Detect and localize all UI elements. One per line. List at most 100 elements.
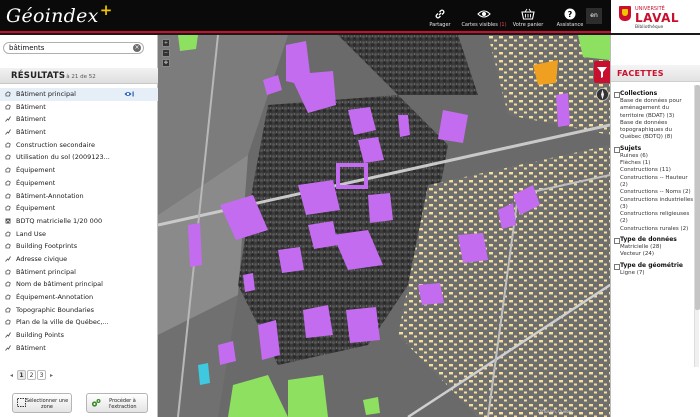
- result-item[interactable]: Équipement: [0, 164, 158, 177]
- result-item-label: Topographic Boundaries: [16, 305, 95, 314]
- polygon-icon: [5, 104, 11, 110]
- result-item[interactable]: Bâtiment: [0, 342, 158, 355]
- result-item[interactable]: Équipement-Annotation: [0, 291, 158, 304]
- polygon-icon: [5, 142, 11, 148]
- polygon-icon: [5, 91, 11, 97]
- result-item[interactable]: Équipement: [0, 202, 158, 215]
- facet-item[interactable]: Base de données topographiques du Québec…: [614, 120, 694, 142]
- facet-group-title[interactable]: Collections: [614, 90, 694, 98]
- facet-item[interactable]: Flèches (1): [614, 160, 694, 167]
- clear-search-icon[interactable]: ×: [133, 44, 141, 52]
- result-item[interactable]: Plan de la ville de Québec,...: [0, 316, 158, 329]
- funnel-icon: [597, 67, 607, 78]
- line-icon: [5, 256, 11, 262]
- facets-scrollbar[interactable]: [694, 85, 700, 367]
- polygon-icon: [5, 167, 11, 173]
- result-item-label: Building Footprints: [16, 242, 78, 251]
- visible-maps-label: Cartes visibles: [461, 22, 498, 28]
- result-item[interactable]: Nom de bâtiment principal: [0, 278, 158, 291]
- polygon-icon: [5, 268, 11, 275]
- help-icon: ?: [564, 8, 576, 20]
- facets-scrollbar-thumb[interactable]: [695, 85, 700, 310]
- polygon-icon: [5, 154, 11, 160]
- result-item[interactable]: Building Footprints: [0, 240, 158, 253]
- result-item-label: BDTQ matricielle 1/20 000: [16, 216, 103, 225]
- language-toggle[interactable]: en: [586, 8, 602, 24]
- result-item-label: Équipement: [16, 166, 56, 175]
- results-panel: × RÉSULTATS 1 à 21 de 52 Bâtiment princi…: [0, 35, 158, 417]
- facet-item[interactable]: Constructions -- Hauteur (2): [614, 175, 694, 190]
- facet-group-title[interactable]: Type de données: [614, 236, 694, 245]
- page-2-button[interactable]: 2: [27, 370, 36, 380]
- geoindex-app: Géoindex+ Partager Cartes visibles (1) V…: [0, 0, 700, 417]
- result-item-label: Bâtiment principal: [16, 90, 76, 98]
- polygon-icon: [5, 281, 11, 287]
- polygon-icon: [5, 307, 11, 313]
- facet-item[interactable]: Matricielle (28): [614, 244, 694, 251]
- result-item[interactable]: Building Points: [0, 329, 158, 342]
- result-item[interactable]: Bâtiment principal: [0, 88, 158, 101]
- polygon-icon: [5, 243, 11, 249]
- pan-icon[interactable]: ✥: [162, 59, 170, 67]
- logo-plus: +: [99, 1, 113, 19]
- facet-group-title[interactable]: Type de géométrie: [614, 262, 694, 270]
- university-logo[interactable]: UNIVERSITÉ LAVAL Bibliothèque: [611, 0, 700, 33]
- share-label: Partager: [429, 22, 451, 28]
- facets-panel: FACETTES Collections Base de données pour…: [610, 35, 700, 417]
- facet-item[interactable]: Constructions religieuses (2): [614, 211, 694, 226]
- search-input[interactable]: [3, 42, 144, 54]
- compass-icon[interactable]: [596, 88, 609, 101]
- aerial-imagery[interactable]: [158, 35, 610, 417]
- result-item[interactable]: BDTQ matricielle 1/20 000: [0, 215, 158, 228]
- result-item[interactable]: Land Use: [0, 228, 158, 241]
- result-item[interactable]: Construction secondaire: [0, 139, 158, 152]
- result-item[interactable]: Bâtiment: [0, 126, 158, 139]
- result-item-label: Bâtiment principal: [16, 267, 76, 276]
- eye-icon: [477, 10, 491, 18]
- facet-item[interactable]: Constructions rurales (2): [614, 226, 694, 233]
- result-item[interactable]: Bâtiment-Annotation: [0, 190, 158, 203]
- results-range: 1 à 21 de 52: [61, 74, 96, 80]
- help-label: Assistance: [556, 22, 584, 28]
- page-3-button[interactable]: 3: [37, 370, 46, 380]
- library-name: Bibliothèque: [635, 25, 664, 30]
- map-view[interactable]: + − ✥ Diffusion, Québec: [158, 35, 610, 417]
- facet-item[interactable]: Ruines (6): [614, 153, 694, 160]
- result-item[interactable]: Utilisation du sol (2009123...: [0, 151, 158, 164]
- facets-header: FACETTES: [611, 65, 700, 82]
- select-zone-button[interactable]: Sélectionner une zone: [12, 393, 72, 413]
- result-item[interactable]: Adresse civique: [0, 253, 158, 266]
- result-item[interactable]: Bâtiment principal: [0, 266, 158, 279]
- next-page-button[interactable]: ▸: [47, 371, 56, 381]
- result-item[interactable]: Topographic Boundaries: [0, 304, 158, 317]
- polygon-icon: [5, 180, 11, 186]
- page-1-button[interactable]: 1: [17, 370, 26, 380]
- zoom-out-icon[interactable]: −: [162, 49, 170, 57]
- result-item-label: Équipement: [16, 204, 56, 213]
- result-item[interactable]: Bâtiment: [0, 113, 158, 126]
- facets-title: FACETTES: [617, 69, 664, 78]
- facets-body: Collections Base de données pour aménagem…: [614, 87, 694, 277]
- result-item[interactable]: Bâtiment: [0, 101, 158, 114]
- app-logo[interactable]: Géoindex+: [6, 1, 113, 27]
- facets-tab[interactable]: [594, 61, 610, 83]
- result-item[interactable]: Équipement: [0, 177, 158, 190]
- basket-label: Votre panier: [512, 22, 544, 28]
- visible-eye-icon[interactable]: [124, 90, 134, 98]
- prev-page-button[interactable]: ◂: [7, 371, 16, 381]
- facet-item[interactable]: Constructions -- Noms (2): [614, 189, 694, 196]
- facet-item[interactable]: Ligne (7): [614, 270, 694, 277]
- zoom-in-icon[interactable]: +: [162, 39, 170, 47]
- results-list: Bâtiment principal Bâtiment Bâtiment Bâtime…: [0, 88, 158, 358]
- results-title: RÉSULTATS: [11, 71, 66, 81]
- facet-group-title[interactable]: Sujets: [614, 145, 694, 153]
- result-item-label: Land Use: [16, 229, 47, 238]
- extract-button[interactable]: Procéder à l'extraction: [86, 393, 148, 413]
- result-item-label: Bâtiment: [16, 343, 46, 352]
- top-header: Géoindex+ Partager Cartes visibles (1) V…: [0, 0, 700, 33]
- facet-item[interactable]: Constructions (11): [614, 167, 694, 174]
- facet-item[interactable]: Vecteur (24): [614, 251, 694, 258]
- facet-item[interactable]: Constructions industrielles (3): [614, 197, 694, 212]
- facet-item[interactable]: Base de données pour aménagement du terr…: [614, 98, 694, 120]
- result-item-label: Construction secondaire: [16, 140, 95, 149]
